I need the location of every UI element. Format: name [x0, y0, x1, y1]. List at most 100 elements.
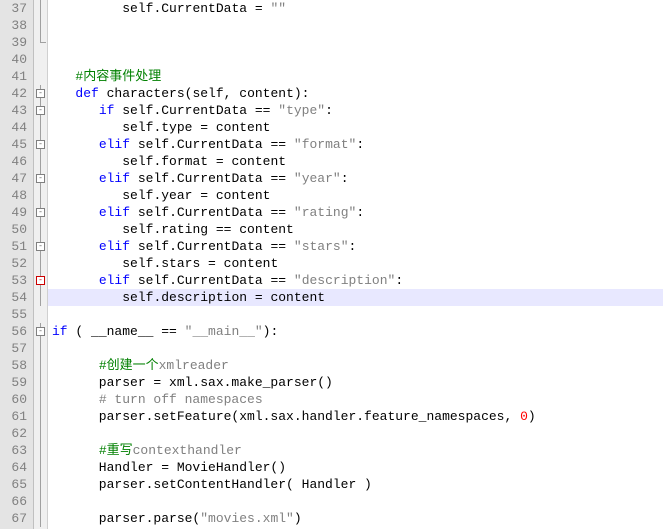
fold-cell[interactable]: -	[34, 238, 47, 255]
code-line[interactable]	[48, 493, 663, 510]
code-line[interactable]: parser = xml.sax.make_parser()	[48, 374, 663, 391]
fold-cell[interactable]: -	[34, 204, 47, 221]
code-line[interactable]: self.description = content	[48, 289, 663, 306]
fold-cell[interactable]	[34, 51, 47, 68]
fold-cell[interactable]	[34, 425, 47, 442]
fold-cell[interactable]	[34, 289, 47, 306]
code-token: )	[528, 409, 536, 424]
fold-cell[interactable]: -	[34, 102, 47, 119]
code-line[interactable]	[48, 425, 663, 442]
code-token: elif	[99, 171, 130, 186]
fold-cell[interactable]	[34, 306, 47, 323]
fold-cell[interactable]: -	[34, 170, 47, 187]
code-line[interactable]	[48, 34, 663, 51]
code-line[interactable]: parser.setFeature(xml.sax.handler.featur…	[48, 408, 663, 425]
code-line[interactable]: elif self.CurrentData == "format":	[48, 136, 663, 153]
fold-cell[interactable]	[34, 391, 47, 408]
code-line[interactable]: self.type = content	[48, 119, 663, 136]
fold-toggle-icon[interactable]: -	[36, 208, 45, 217]
fold-toggle-icon[interactable]: -	[36, 106, 45, 115]
fold-cell[interactable]	[34, 374, 47, 391]
code-token	[52, 171, 99, 186]
fold-cell[interactable]	[34, 17, 47, 34]
code-line[interactable]: parser.setContentHandler( Handler )	[48, 476, 663, 493]
code-token: "description"	[294, 273, 395, 288]
code-line[interactable]: if self.CurrentData == "type":	[48, 102, 663, 119]
code-line[interactable]: self.format = content	[48, 153, 663, 170]
line-number: 64	[0, 459, 27, 476]
fold-cell[interactable]	[34, 119, 47, 136]
code-editor: 3738394041424344454647484950515253545556…	[0, 0, 663, 529]
code-line[interactable]: self.rating == content	[48, 221, 663, 238]
code-token	[52, 137, 99, 152]
code-line[interactable]: elif self.CurrentData == "rating":	[48, 204, 663, 221]
fold-cell[interactable]	[34, 187, 47, 204]
fold-cell[interactable]	[34, 255, 47, 272]
code-token: :	[341, 171, 349, 186]
line-number: 54	[0, 289, 27, 306]
fold-toggle-icon[interactable]: -	[36, 174, 45, 183]
code-token: .CurrentData ==	[169, 239, 294, 254]
code-token: "format"	[294, 137, 356, 152]
fold-cell[interactable]	[34, 357, 47, 374]
code-token	[52, 273, 99, 288]
fold-cell[interactable]: -	[34, 85, 47, 102]
fold-cell[interactable]	[34, 493, 47, 510]
code-line[interactable]: parser.parse("movies.xml")	[48, 510, 663, 527]
code-area[interactable]: self.CurrentData = "" #内容事件处理 def charac…	[48, 0, 663, 529]
code-line[interactable]: # turn off namespaces	[48, 391, 663, 408]
fold-cell[interactable]	[34, 153, 47, 170]
fold-cell[interactable]	[34, 442, 47, 459]
line-number: 52	[0, 255, 27, 272]
fold-cell[interactable]	[34, 221, 47, 238]
fold-cell[interactable]	[34, 476, 47, 493]
code-line[interactable]: elif self.CurrentData == "description":	[48, 272, 663, 289]
code-line[interactable]	[48, 340, 663, 357]
fold-column[interactable]: - - - - - - - -	[34, 0, 48, 529]
line-number: 44	[0, 119, 27, 136]
code-line[interactable]: #内容事件处理	[48, 68, 663, 85]
code-token	[52, 103, 99, 118]
fold-cell[interactable]: -	[34, 136, 47, 153]
fold-cell[interactable]	[34, 510, 47, 527]
code-line[interactable]: #重写contexthandler	[48, 442, 663, 459]
code-line[interactable]: self.CurrentData = ""	[48, 0, 663, 17]
line-number: 38	[0, 17, 27, 34]
fold-toggle-icon[interactable]: -	[36, 327, 45, 336]
code-token: .year = content	[153, 188, 270, 203]
line-number: 41	[0, 68, 27, 85]
code-token: )	[294, 511, 302, 526]
fold-toggle-icon[interactable]: -	[36, 89, 45, 98]
code-line[interactable]	[48, 51, 663, 68]
fold-cell[interactable]	[34, 340, 47, 357]
code-token: .stars = content	[153, 256, 278, 271]
code-line[interactable]	[48, 306, 663, 323]
code-token	[52, 69, 75, 84]
code-token: ):	[263, 324, 279, 339]
line-number: 66	[0, 493, 27, 510]
line-number: 65	[0, 476, 27, 493]
fold-cell[interactable]	[34, 408, 47, 425]
fold-cell[interactable]	[34, 68, 47, 85]
fold-toggle-icon[interactable]: -	[36, 276, 45, 285]
code-line[interactable]: self.stars = content	[48, 255, 663, 272]
code-line[interactable]: #创建一个xmlreader	[48, 357, 663, 374]
code-line[interactable]: elif self.CurrentData == "stars":	[48, 238, 663, 255]
fold-cell[interactable]	[34, 0, 47, 17]
code-line[interactable]	[48, 17, 663, 34]
code-line[interactable]: if ( __name__ == "__main__"):	[48, 323, 663, 340]
code-line[interactable]: Handler = MovieHandler()	[48, 459, 663, 476]
code-line[interactable]: elif self.CurrentData == "year":	[48, 170, 663, 187]
code-line[interactable]: def characters(self, content):	[48, 85, 663, 102]
code-line[interactable]: self.year = content	[48, 187, 663, 204]
fold-cell[interactable]	[34, 34, 47, 51]
code-token: "year"	[294, 171, 341, 186]
fold-cell[interactable]: -	[34, 272, 47, 289]
fold-toggle-icon[interactable]: -	[36, 140, 45, 149]
code-token: self	[138, 239, 169, 254]
fold-cell[interactable]: -	[34, 323, 47, 340]
fold-cell[interactable]	[34, 459, 47, 476]
fold-toggle-icon[interactable]: -	[36, 242, 45, 251]
code-token	[52, 1, 122, 16]
code-token	[52, 188, 122, 203]
